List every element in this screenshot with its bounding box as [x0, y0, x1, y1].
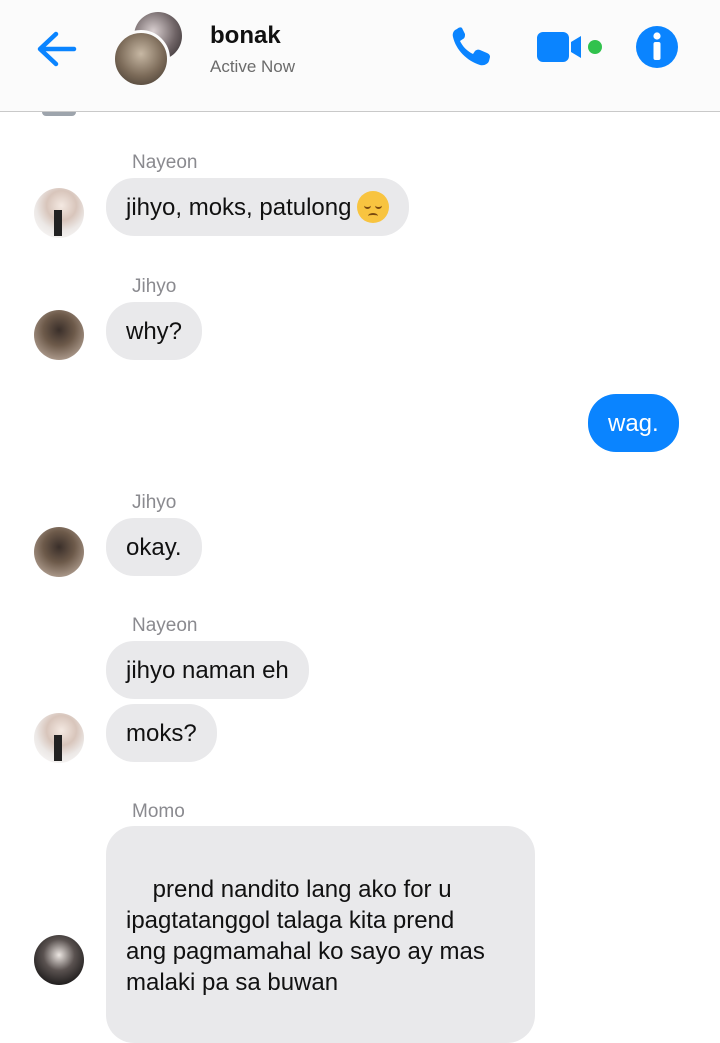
- sender-name: Nayeon: [132, 152, 198, 173]
- phone-icon[interactable]: [448, 24, 496, 70]
- group-avatar[interactable]: [110, 10, 190, 88]
- video-camera-icon[interactable]: [533, 30, 605, 64]
- chat-header: bonak Active Now: [0, 0, 720, 112]
- message-bubble[interactable]: prend nandito lang ako for u ipagtatangg…: [106, 826, 535, 1043]
- message-text: jihyo, moks, patulong: [126, 193, 352, 221]
- info-icon[interactable]: [634, 24, 680, 70]
- sender-name: Momo: [132, 801, 185, 822]
- message-bubble[interactable]: okay.: [106, 518, 202, 576]
- message-text: jihyo naman eh: [126, 656, 289, 684]
- message-bubble[interactable]: jihyo, moks, patulong: [106, 178, 410, 236]
- message-bubble[interactable]: moks?: [106, 704, 217, 762]
- sender-name: Nayeon: [132, 615, 198, 636]
- avatar[interactable]: [34, 310, 84, 360]
- sender-name: Jihyo: [132, 276, 177, 297]
- previous-message-edge: [42, 112, 76, 116]
- message-text: okay.: [126, 533, 182, 561]
- chat-title[interactable]: bonak: [210, 22, 281, 50]
- message-text: moks?: [126, 719, 197, 747]
- back-arrow-icon[interactable]: [34, 26, 80, 72]
- message-bubble[interactable]: why?: [106, 302, 203, 360]
- outgoing-message-bubble[interactable]: wag.: [588, 394, 679, 452]
- message-text: prend nandito lang ako for u ipagtatangg…: [126, 876, 485, 996]
- message-list[interactable]: Nayeon jihyo, moks, patulong Jihyo why? …: [0, 112, 720, 1043]
- message-bubble[interactable]: jihyo naman eh: [106, 641, 309, 699]
- avatar[interactable]: [34, 527, 84, 577]
- avatar[interactable]: [34, 935, 84, 985]
- sender-name: Jihyo: [132, 492, 177, 513]
- avatar[interactable]: [34, 713, 84, 763]
- avatar: [112, 30, 170, 88]
- message-text: why?: [126, 317, 183, 345]
- avatar[interactable]: [34, 188, 84, 238]
- message-text: wag.: [608, 409, 659, 437]
- active-status: Active Now: [210, 57, 296, 76]
- pensive-face-icon: [357, 191, 390, 223]
